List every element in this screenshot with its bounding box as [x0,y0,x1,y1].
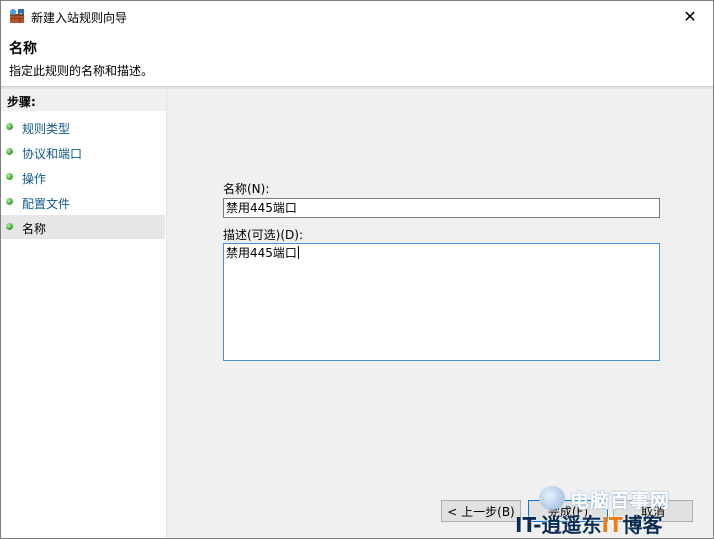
firewall-icon [10,9,24,23]
name-input[interactable]: 禁用445端口 [223,198,660,218]
name-field-label: 名称(N): [223,182,270,196]
step-complete-icon [6,173,13,180]
step-current-icon [6,223,13,230]
description-field-label: 描述(可选)(D): [223,228,304,242]
step-label: 规则类型 [22,122,71,136]
steps-sidebar: 步骤: 规则类型 协议和端口 操作 配置文件 名称 [1,89,167,538]
step-complete-icon [6,148,13,155]
page-title: 名称 [9,41,37,57]
close-button[interactable]: ✕ [667,1,713,31]
wizard-content: 名称(N): 禁用445端口 描述(可选)(D): 禁用445端口 < 上一步(… [167,89,713,538]
steps-header: 步骤: [1,89,166,111]
description-textarea[interactable]: 禁用445端口 [223,243,660,361]
step-protocol-port[interactable]: 协议和端口 [1,140,165,164]
step-label: 名称 [22,222,47,236]
wizard-window: 新建入站规则向导 ✕ 名称 指定此规则的名称和描述。 步骤: 规则类型 协议和端… [0,0,714,539]
wizard-header: 名称 指定此规则的名称和描述。 [1,31,713,86]
step-complete-icon [6,123,13,130]
back-button[interactable]: < 上一步(B) [441,500,521,522]
window-title: 新建入站规则向导 [31,11,128,25]
finish-button[interactable]: 完成(F) [528,500,608,522]
step-rule-type[interactable]: 规则类型 [1,115,165,139]
text-caret [297,246,299,259]
step-name[interactable]: 名称 [1,215,165,239]
steps-label: 步骤: [7,95,36,109]
step-label: 操作 [22,172,47,186]
step-label: 协议和端口 [22,147,83,161]
cancel-button[interactable]: 取消 [613,500,693,522]
description-text: 禁用445端口 [226,246,297,260]
step-action[interactable]: 操作 [1,165,165,189]
page-description: 指定此规则的名称和描述。 [9,64,154,78]
step-complete-icon [6,198,13,205]
title-bar: 新建入站规则向导 ✕ [1,1,713,31]
close-icon: ✕ [683,6,697,26]
step-label: 配置文件 [22,197,71,211]
step-profile[interactable]: 配置文件 [1,190,165,214]
